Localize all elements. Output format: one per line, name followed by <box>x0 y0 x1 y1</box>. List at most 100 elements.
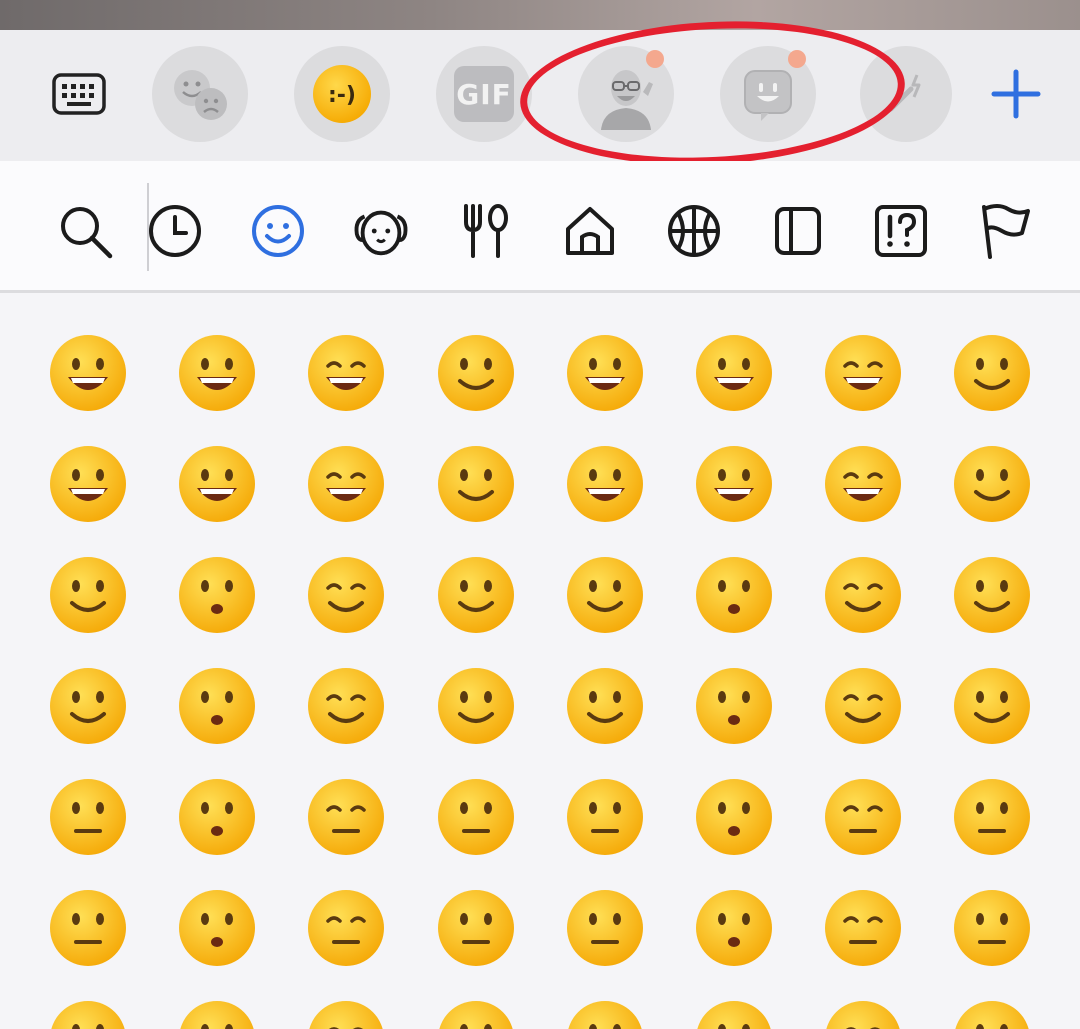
emoji-item[interactable] <box>306 888 386 968</box>
magic-button[interactable] <box>860 46 952 142</box>
emoji-item[interactable] <box>823 666 903 746</box>
emoji-item[interactable] <box>823 555 903 635</box>
emoji-item[interactable] <box>565 666 645 746</box>
category-symbols[interactable] <box>871 201 931 261</box>
emoji-item[interactable] <box>952 444 1032 524</box>
emoji-item[interactable] <box>306 777 386 857</box>
sticker-icon <box>744 70 792 121</box>
category-smileys[interactable] <box>248 201 308 261</box>
text-emoticon-button[interactable]: :-) <box>294 46 390 142</box>
emoji-item[interactable] <box>823 444 903 524</box>
emoji-item[interactable] <box>823 999 903 1029</box>
emoji-grid <box>0 293 1080 1029</box>
gif-label: GIF <box>456 77 512 111</box>
emoji-item[interactable] <box>48 777 128 857</box>
flags-icon <box>982 204 1030 259</box>
avatar-sticker-icon <box>601 70 653 130</box>
emoticon-faces-icon <box>174 70 227 120</box>
emoji-item[interactable] <box>306 999 386 1029</box>
emoji-category-bar <box>0 161 1080 291</box>
emoji-item[interactable] <box>177 777 257 857</box>
gif-icon: GIF <box>454 66 514 122</box>
smileys-icon <box>252 205 304 257</box>
emoji-item[interactable] <box>306 555 386 635</box>
emoji-item[interactable] <box>952 888 1032 968</box>
emoji-item[interactable] <box>952 999 1032 1029</box>
emoji-item[interactable] <box>436 666 516 746</box>
emoji-item[interactable] <box>694 999 774 1029</box>
emoji-item[interactable] <box>436 444 516 524</box>
emoji-item[interactable] <box>48 333 128 413</box>
emoji-item[interactable] <box>694 333 774 413</box>
keyboard-toolbar: :-) GIF <box>0 30 1080 161</box>
emoji-item[interactable] <box>306 333 386 413</box>
category-recent[interactable] <box>145 201 205 261</box>
emoji-item[interactable] <box>565 444 645 524</box>
emoji-item[interactable] <box>306 666 386 746</box>
emoji-item[interactable] <box>952 777 1032 857</box>
category-activity[interactable] <box>664 201 724 261</box>
category-food[interactable] <box>455 201 515 261</box>
emoji-item[interactable] <box>565 333 645 413</box>
category-places[interactable] <box>560 201 620 261</box>
emoji-item[interactable] <box>694 444 774 524</box>
new-badge <box>646 50 664 68</box>
background-strip <box>0 0 1080 30</box>
emoji-item[interactable] <box>177 888 257 968</box>
emoji-item[interactable] <box>952 333 1032 413</box>
magic-icon <box>888 74 921 112</box>
emoji-item[interactable] <box>694 666 774 746</box>
food-icon <box>464 204 508 258</box>
emoji-item[interactable] <box>694 555 774 635</box>
emoji-item[interactable] <box>177 666 257 746</box>
emoticon-faces-button[interactable] <box>152 46 248 142</box>
recent-icon <box>149 205 201 257</box>
emoji-item[interactable] <box>823 333 903 413</box>
emoji-item[interactable] <box>48 444 128 524</box>
emoji-item[interactable] <box>177 333 257 413</box>
emoji-item[interactable] <box>694 888 774 968</box>
category-animals[interactable] <box>351 201 411 261</box>
emoji-item[interactable] <box>565 555 645 635</box>
svg-text::-): :-) <box>328 83 356 108</box>
emoji-item[interactable] <box>177 999 257 1029</box>
emoji-item[interactable] <box>694 777 774 857</box>
add-button[interactable] <box>968 46 1064 142</box>
text-emoticon-icon: :-) <box>313 65 371 123</box>
emoji-item[interactable] <box>177 555 257 635</box>
emoji-item[interactable] <box>48 888 128 968</box>
search-icon <box>61 207 113 259</box>
emoji-item[interactable] <box>436 999 516 1029</box>
gif-button[interactable]: GIF <box>436 46 532 142</box>
emoji-item[interactable] <box>565 999 645 1029</box>
keyboard-button[interactable] <box>31 46 127 142</box>
emoji-item[interactable] <box>436 777 516 857</box>
emoji-item[interactable] <box>48 666 128 746</box>
symbols-icon <box>875 205 927 257</box>
sticker-button[interactable] <box>720 46 816 142</box>
emoji-item[interactable] <box>565 777 645 857</box>
emoji-item[interactable] <box>177 444 257 524</box>
emoji-item[interactable] <box>306 444 386 524</box>
category-flags[interactable] <box>974 201 1034 261</box>
objects-icon <box>775 207 821 255</box>
emoji-item[interactable] <box>48 555 128 635</box>
places-icon <box>566 207 614 255</box>
avatar-sticker-button[interactable] <box>578 46 674 142</box>
category-search[interactable] <box>55 201 115 261</box>
emoji-item[interactable] <box>952 555 1032 635</box>
new-badge <box>788 50 806 68</box>
add-icon <box>991 69 1041 119</box>
animals-icon <box>354 210 408 256</box>
emoji-item[interactable] <box>565 888 645 968</box>
activity-icon <box>668 205 720 257</box>
emoji-item[interactable] <box>436 555 516 635</box>
emoji-item[interactable] <box>436 333 516 413</box>
emoji-item[interactable] <box>436 888 516 968</box>
emoji-item[interactable] <box>823 777 903 857</box>
emoji-item[interactable] <box>952 666 1032 746</box>
emoji-item[interactable] <box>823 888 903 968</box>
keyboard-icon <box>52 73 106 115</box>
emoji-item[interactable] <box>48 999 128 1029</box>
category-objects[interactable] <box>768 201 828 261</box>
